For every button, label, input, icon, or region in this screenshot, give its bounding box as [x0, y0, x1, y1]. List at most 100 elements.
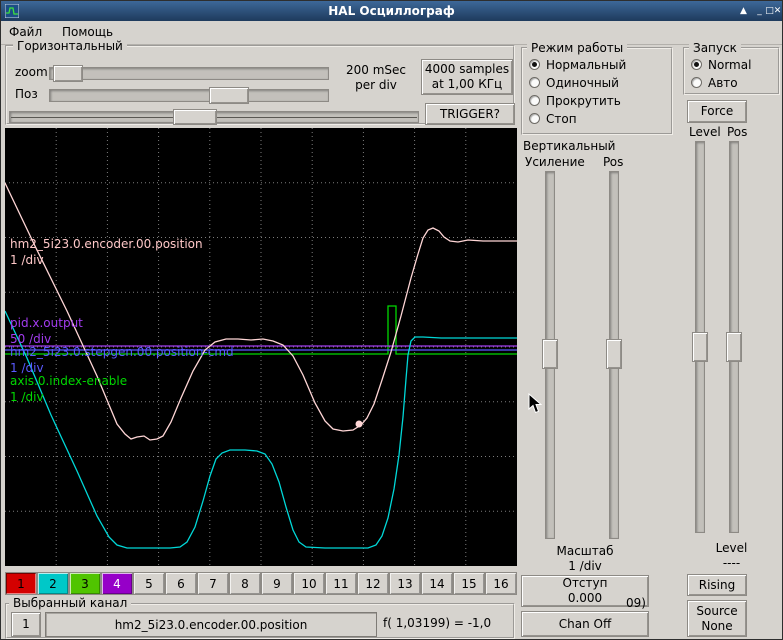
trace-label-pid: pid.x.output 50 /div: [10, 315, 83, 347]
radio-icon: [529, 113, 540, 124]
trace-label-encoder: hm2_5i23.0.encoder.00.position 1 /div: [10, 236, 203, 268]
position-label: Поз: [15, 87, 38, 101]
trigger-level-label: Level: [683, 541, 780, 556]
samples-count: 4000 samples: [425, 62, 509, 77]
selected-channel-name-field[interactable]: hm2_5i23.0.encoder.00.position: [45, 612, 377, 637]
force-label: Force: [701, 104, 733, 119]
trigger-pos-slider-handle[interactable]: [726, 332, 742, 362]
trigger-slope-button[interactable]: Rising: [687, 574, 747, 596]
menu-help[interactable]: Помощь: [54, 21, 121, 39]
selected-channel-name: hm2_5i23.0.encoder.00.position: [115, 618, 308, 632]
run-options: Normal Авто: [691, 58, 751, 94]
radio-label: Одиночный: [546, 76, 619, 90]
radio-icon: [529, 59, 540, 70]
selected-channel-number: 1: [22, 617, 30, 632]
run-option-1[interactable]: Авто: [691, 76, 751, 89]
mode-option-0[interactable]: Нормальный: [529, 58, 626, 71]
position-slider[interactable]: [49, 89, 329, 102]
selected-channel-title: Выбранный канал: [9, 596, 131, 610]
trigger-point-marker: [356, 421, 363, 428]
trigger-level-value: ----: [683, 556, 780, 571]
channel-button-13[interactable]: 13: [389, 572, 421, 595]
mode-option-1[interactable]: Одиночный: [529, 76, 626, 89]
rate-per-div-units: per div: [333, 78, 419, 93]
trigger-source-button[interactable]: Source None: [687, 600, 747, 637]
zoom-slider-handle[interactable]: [53, 65, 83, 82]
rate-per-div: 200 mSec: [333, 63, 419, 78]
record-length-button[interactable]: 4000 samples at 1,00 КГц: [421, 59, 513, 95]
offset-value: 0.000: [568, 591, 602, 606]
channel-button-6[interactable]: 6: [165, 572, 197, 595]
samples-rate: at 1,00 КГц: [432, 77, 502, 92]
run-option-0[interactable]: Normal: [691, 58, 751, 71]
trace-name: hm2_5i23.0.stepgen.00.position-cmd: [10, 344, 234, 360]
channel-button-2[interactable]: 2: [37, 572, 69, 595]
vertical-pos-column-label: Pos: [603, 155, 623, 169]
trace-name: axis.0.index-enable: [10, 373, 127, 389]
mode-option-3[interactable]: Стоп: [529, 112, 626, 125]
run-group-title: Запуск: [689, 41, 741, 55]
channel-button-16[interactable]: 16: [485, 572, 517, 595]
zoom-slider[interactable]: [49, 67, 329, 80]
radio-label: Нормальный: [546, 58, 626, 72]
trace-name: pid.x.output: [10, 315, 83, 331]
channel-button-11[interactable]: 11: [325, 572, 357, 595]
zoom-label: zoom: [15, 65, 48, 79]
radio-icon: [529, 77, 540, 88]
menu-file[interactable]: Файл: [1, 21, 50, 39]
channel-button-15[interactable]: 15: [453, 572, 485, 595]
channel-button-8[interactable]: 8: [229, 572, 261, 595]
mouse-cursor: [528, 393, 542, 414]
trigger-level-slider-handle[interactable]: [692, 332, 708, 362]
trace-scale: 1 /div: [10, 252, 203, 268]
shade-button[interactable]: ▲: [737, 4, 750, 18]
scale-label: Масштаб: [521, 544, 649, 559]
chan-off-label: Chan Off: [559, 617, 611, 632]
trace-label-index-enable: axis.0.index-enable 1 /div: [10, 373, 127, 405]
chan-off-button[interactable]: Chan Off: [521, 611, 649, 637]
vertical-section-title: Вертикальный: [523, 139, 615, 153]
trigger-status-label: TRIGGER?: [440, 107, 500, 122]
level-column-label: Level: [689, 125, 721, 139]
gain-slider-handle[interactable]: [542, 339, 558, 369]
scale-value: 1 /div: [521, 559, 649, 574]
channel-button-7[interactable]: 7: [197, 572, 229, 595]
mode-option-2[interactable]: Прокрутить: [529, 94, 626, 107]
mode-group-title: Режим работы: [527, 41, 627, 55]
window-title: HAL Осциллограф: [1, 1, 782, 21]
force-button[interactable]: Force: [687, 100, 747, 123]
radio-label: Стоп: [546, 112, 577, 126]
channel-button-14[interactable]: 14: [421, 572, 453, 595]
trace-scale: 1 /div: [10, 389, 127, 405]
position-slider-handle[interactable]: [209, 87, 249, 104]
trace-label-stepgen: hm2_5i23.0.stepgen.00.position-cmd 1 /di…: [10, 344, 234, 376]
halscope-window: HAL Осциллограф ▲ _ □ ✕ Файл Помощь Гори…: [0, 0, 783, 640]
channel-button-1[interactable]: 1: [5, 572, 37, 595]
radio-label: Normal: [708, 58, 751, 72]
radio-icon: [691, 59, 702, 70]
trigger-position-handle[interactable]: [173, 109, 217, 125]
close-button[interactable]: ✕: [771, 4, 783, 18]
selected-channel-number-button[interactable]: 1: [11, 612, 41, 637]
channel-button-5[interactable]: 5: [133, 572, 165, 595]
trigger-source-label: Source: [696, 604, 737, 619]
horizontal-group-title: Горизонтальный: [13, 39, 127, 53]
cursor-readout: f( 1,03199) = -1,0: [383, 616, 513, 630]
radio-label: Авто: [708, 76, 738, 90]
trigger-slope-label: Rising: [699, 578, 735, 593]
channel-button-4[interactable]: 4: [101, 572, 133, 595]
radio-label: Прокрутить: [546, 94, 621, 108]
offset-label: Отступ: [563, 576, 608, 591]
vertical-pos-slider-handle[interactable]: [606, 339, 622, 369]
channel-button-10[interactable]: 10: [293, 572, 325, 595]
channel-button-9[interactable]: 9: [261, 572, 293, 595]
trace-name: hm2_5i23.0.encoder.00.position: [10, 236, 203, 252]
trigger-pos-column-label: Pos: [727, 125, 747, 139]
channel-button-3[interactable]: 3: [69, 572, 101, 595]
title-bar[interactable]: HAL Осциллограф ▲ _ □ ✕: [1, 1, 782, 21]
channel-button-12[interactable]: 12: [357, 572, 389, 595]
gain-column-label: Усиление: [525, 155, 585, 169]
trigger-level-readout: Level ----: [683, 541, 780, 571]
radio-icon: [529, 95, 540, 106]
trigger-status-button[interactable]: TRIGGER?: [425, 103, 515, 125]
